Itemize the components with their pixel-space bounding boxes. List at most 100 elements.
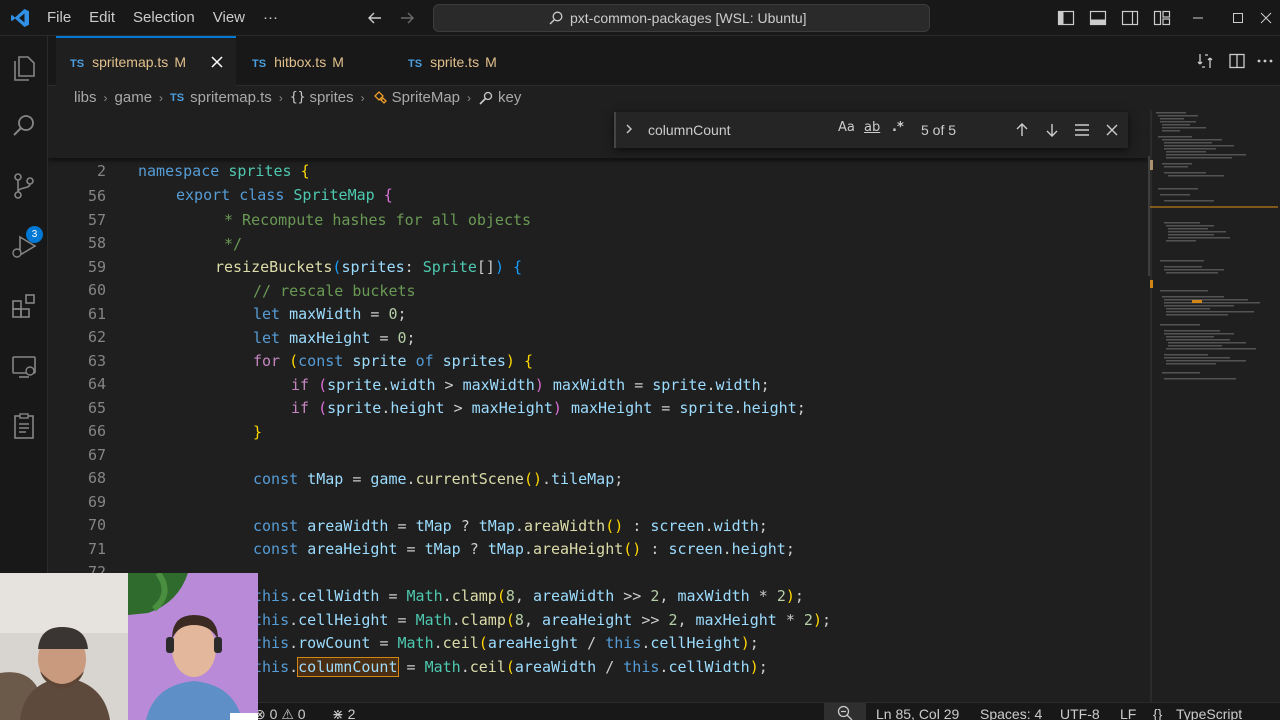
- chevron-right-icon: ›: [103, 91, 108, 105]
- code-line[interactable]: 59 // rescale buckets: [48, 231, 1148, 300]
- webcam-image: [0, 573, 128, 720]
- match-case-toggle[interactable]: Aa: [838, 120, 855, 135]
- namespace-icon: {}: [289, 90, 306, 105]
- indentation[interactable]: Spaces: 4: [980, 703, 1042, 720]
- chevron-right-icon: ›: [467, 91, 472, 105]
- ports-count: 2: [347, 706, 356, 720]
- testing-button[interactable]: [8, 410, 40, 442]
- forward-arrow-icon[interactable]: [398, 9, 416, 27]
- menu-more[interactable]: ···: [254, 0, 287, 36]
- code-line[interactable]: 63 if (sprite.width > maxWidth) maxWidth…: [48, 325, 1148, 394]
- chevron-right-icon: ›: [278, 91, 283, 105]
- webcam-feed-right: [128, 573, 258, 720]
- code-line[interactable]: 65 }: [48, 372, 1148, 441]
- breadcrumb-property[interactable]: key: [498, 86, 521, 110]
- zoom-indicator[interactable]: [824, 703, 866, 720]
- code-line[interactable]: 72 this.cellWidth = Math.clamp(8, areaWi…: [48, 536, 1148, 605]
- typescript-file-icon: TS: [70, 58, 85, 70]
- typescript-file-icon: TS: [170, 92, 185, 104]
- menu-edit[interactable]: Edit: [80, 0, 124, 36]
- maximize-icon[interactable]: [1228, 8, 1248, 28]
- breadcrumb: libs › game › TS spritemap.ts › {} sprit…: [74, 86, 521, 110]
- warning-icon: ⚠: [281, 706, 294, 720]
- search-icon: [13, 115, 34, 136]
- source-control-button[interactable]: [8, 170, 40, 202]
- menu-file[interactable]: File: [38, 0, 80, 36]
- clipboard-icon: [14, 413, 34, 439]
- search-view-button[interactable]: [8, 110, 40, 142]
- code-line[interactable]: 57 */: [48, 184, 1148, 253]
- code-line[interactable]: 64 if (sprite.height > maxHeight) maxHei…: [48, 348, 1148, 417]
- modified-indicator: M: [485, 54, 497, 70]
- code-line[interactable]: 68: [48, 442, 1148, 487]
- tab-hitbox[interactable]: TS hitbox.ts M: [236, 36, 390, 86]
- class-icon: [373, 91, 387, 104]
- files-icon: [14, 56, 35, 81]
- command-center-label: pxt-common-packages [WSL: Ubuntu]: [570, 10, 807, 26]
- menu-selection[interactable]: Selection: [124, 0, 204, 36]
- code-line[interactable]: 62 for (const sprite of sprites) {: [48, 301, 1148, 370]
- toggle-secondary-sidebar-icon[interactable]: [1121, 9, 1139, 27]
- code-line[interactable]: 69 const areaWidth = tMap ? tMap.areaWid…: [48, 466, 1148, 535]
- breadcrumb-class[interactable]: SpriteMap: [392, 86, 460, 110]
- minimap[interactable]: [1150, 110, 1280, 702]
- back-arrow-icon[interactable]: [366, 9, 384, 27]
- breadcrumb-libs[interactable]: libs: [74, 86, 97, 110]
- modified-indicator: M: [332, 54, 344, 70]
- regex-toggle[interactable]: .*: [892, 120, 904, 135]
- tab-spritemap[interactable]: TS spritemap.ts M: [56, 36, 236, 86]
- close-find-icon[interactable]: [1104, 122, 1120, 138]
- command-center[interactable]: pxt-common-packages [WSL: Ubuntu]: [433, 4, 930, 32]
- toggle-panel-icon[interactable]: [1089, 9, 1107, 27]
- code-line[interactable]: 71: [48, 513, 1148, 558]
- tab-label: sprite.ts: [430, 54, 480, 70]
- code-line[interactable]: 61 let maxHeight = 0;: [48, 278, 1148, 347]
- customize-layout-icon[interactable]: [1153, 9, 1171, 27]
- vscode-logo-icon: [11, 9, 29, 27]
- language-mode[interactable]: TypeScript: [1176, 703, 1242, 720]
- cursor-position[interactable]: Ln 85, Col 29: [876, 703, 959, 720]
- end-of-line[interactable]: LF: [1120, 703, 1136, 720]
- find-in-selection-icon[interactable]: [1074, 122, 1090, 138]
- ports-indicator[interactable]: ⋇ 2: [332, 703, 355, 720]
- remote-explorer-icon: [12, 356, 36, 378]
- open-changes-icon[interactable]: [1196, 52, 1214, 70]
- tab-sprite[interactable]: TS sprite.ts M: [390, 36, 542, 86]
- code-line[interactable]: 60 let maxWidth = 0;: [48, 254, 1148, 323]
- search-icon: [549, 11, 563, 25]
- webcam-feed-left: [0, 573, 128, 720]
- editor-tab-bar: TS spritemap.ts M TS hitbox.ts M TS sprite.ts…: [48, 36, 1280, 86]
- code-line[interactable]: 56 * Recompute hashes for all objects: [48, 160, 1148, 229]
- source-control-icon: [14, 173, 34, 199]
- minimize-icon[interactable]: [1188, 8, 1208, 28]
- next-match-arrow-icon[interactable]: [1044, 122, 1060, 138]
- modified-indicator: M: [174, 54, 186, 70]
- whole-word-toggle[interactable]: ab: [864, 120, 880, 135]
- zoom-icon: [837, 705, 853, 720]
- chevron-right-icon: ›: [159, 91, 164, 105]
- encoding[interactable]: UTF-8: [1060, 703, 1100, 720]
- breadcrumb-namespace[interactable]: sprites: [309, 86, 353, 110]
- code-line[interactable]: 70 const areaHeight = tMap ? tMap.areaHe…: [48, 489, 1148, 558]
- extensions-button[interactable]: [8, 290, 40, 322]
- run-debug-button[interactable]: [8, 230, 40, 262]
- explorer-button[interactable]: [8, 52, 40, 84]
- split-editor-icon[interactable]: [1228, 52, 1246, 70]
- problems-indicator[interactable]: ⊗ 0 ⚠ 0: [254, 703, 306, 720]
- extensions-icon: [12, 294, 35, 318]
- menu-view[interactable]: View: [204, 0, 254, 36]
- more-actions-icon[interactable]: [1256, 52, 1274, 70]
- code-line[interactable]: 58 resizeBuckets(sprites: Sprite[]) {: [48, 207, 1148, 276]
- error-count: 0: [269, 706, 278, 720]
- previous-match-arrow-icon[interactable]: [1014, 122, 1030, 138]
- close-tab-icon[interactable]: [210, 55, 224, 69]
- remote-explorer-button[interactable]: [8, 350, 40, 382]
- breadcrumb-file[interactable]: spritemap.ts: [190, 86, 272, 110]
- toggle-replace-chevron-icon[interactable]: [622, 122, 636, 136]
- code-line[interactable]: 66: [48, 395, 1148, 440]
- breadcrumb-game[interactable]: game: [115, 86, 153, 110]
- code-line[interactable]: 67 const tMap = game.currentScene().tile…: [48, 419, 1148, 488]
- toggle-primary-sidebar-icon[interactable]: [1057, 9, 1075, 27]
- webcam-image: [128, 573, 258, 720]
- close-window-icon[interactable]: [1256, 8, 1276, 28]
